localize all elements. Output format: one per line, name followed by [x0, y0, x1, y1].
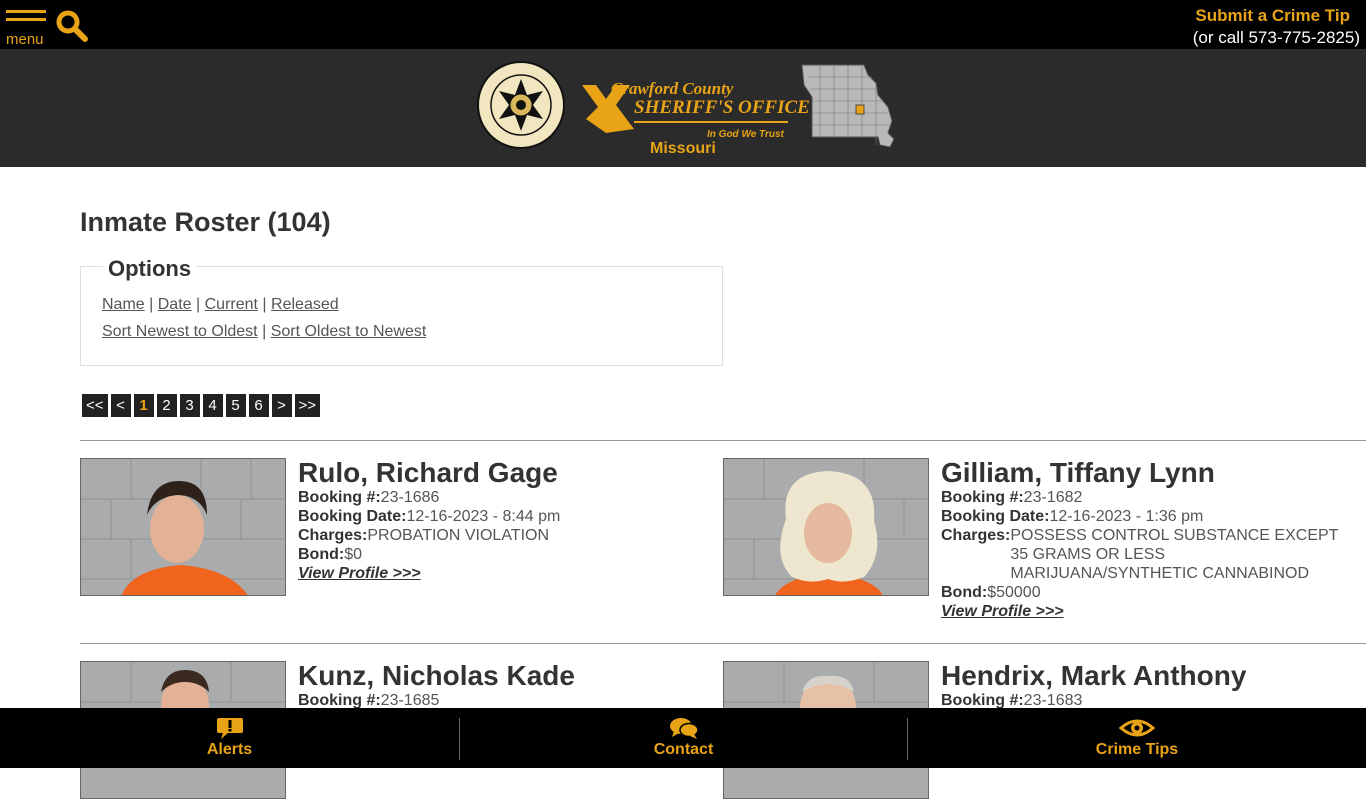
inmate-info: Rulo, Richard Gage Booking #: 23-1686 Boo…	[298, 458, 718, 583]
page-next-button[interactable]: >	[271, 394, 292, 417]
inmate-name[interactable]: Gilliam, Tiffany Lynn	[941, 458, 1361, 488]
alert-bubble-icon	[216, 718, 243, 739]
bond-label: Bond:	[298, 546, 345, 563]
site-banner: Crawford County SHERIFF'S OFFICE In God …	[0, 49, 1366, 167]
sort-oldest-link[interactable]: Sort Oldest to Newest	[271, 323, 427, 340]
inmate-info: Gilliam, Tiffany Lynn Booking #: 23-1682 …	[941, 458, 1361, 621]
crime-tip-link[interactable]: Submit a Crime Tip (or call 573-775-2825…	[1193, 6, 1360, 48]
page-6-button[interactable]: 6	[248, 394, 269, 417]
separator: |	[262, 323, 267, 340]
page-5-button[interactable]: 5	[225, 394, 246, 417]
sort-newest-link[interactable]: Sort Newest to Oldest	[102, 323, 258, 340]
view-profile-link[interactable]: View Profile >>>	[298, 564, 718, 583]
divider	[80, 643, 1366, 644]
booking-number: Booking #: 23-1686	[298, 488, 718, 507]
separator: |	[262, 296, 267, 313]
booking-date-label: Booking Date:	[298, 508, 407, 525]
menu-label: menu	[6, 31, 44, 48]
booking-date: Booking Date: 12-16-2023 - 8:44 pm	[298, 507, 718, 526]
inmate-name[interactable]: Hendrix, Mark Anthony	[941, 661, 1361, 691]
divider	[80, 440, 1366, 441]
bond: Bond: $50000	[941, 583, 1361, 602]
sort-by-name-link[interactable]: Name	[102, 296, 145, 313]
mugshot-image	[81, 459, 285, 595]
page-first-button[interactable]: <<	[82, 394, 108, 417]
bottom-nav: Alerts Contact Crime Tips	[0, 708, 1366, 768]
inmate-name[interactable]: Rulo, Richard Gage	[298, 458, 718, 488]
chat-bubbles-icon	[669, 718, 699, 739]
booking-date-label: Booking Date:	[941, 508, 1050, 525]
filter-current-link[interactable]: Current	[205, 296, 258, 313]
menu-icon	[6, 10, 46, 13]
page-2-button[interactable]: 2	[156, 394, 177, 417]
charges-label: Charges:	[941, 527, 1011, 544]
bond-label: Bond:	[941, 584, 988, 601]
page-4-button[interactable]: 4	[202, 394, 223, 417]
brand-county: Crawford County	[611, 79, 734, 98]
inmate-photo[interactable]	[723, 458, 929, 596]
filter-released-link[interactable]: Released	[271, 296, 339, 313]
menu-button[interactable]: menu	[6, 10, 48, 48]
eye-icon	[1119, 719, 1155, 737]
sheriff-office-wordmark[interactable]: Crawford County SHERIFF'S OFFICE In God …	[576, 75, 810, 159]
search-button[interactable]	[55, 9, 89, 43]
booking-date-value: 12-16-2023 - 1:36 pm	[1049, 508, 1204, 525]
brand-state: Missouri	[650, 140, 716, 157]
options-panel: Options Name | Date | Current | Released…	[80, 256, 723, 366]
view-profile-link[interactable]: View Profile >>>	[941, 602, 1361, 621]
inmate-info: Hendrix, Mark Anthony Booking #: 23-1683	[941, 661, 1361, 710]
booking-date: Booking Date: 12-16-2023 - 1:36 pm	[941, 507, 1361, 526]
crime-tips-button[interactable]: Crime Tips	[908, 708, 1366, 768]
inmate-info: Kunz, Nicholas Kade Booking #: 23-1685	[298, 661, 718, 710]
top-bar: menu Submit a Crime Tip (or call 573-775…	[0, 0, 1366, 49]
booking-number-value: 23-1686	[380, 489, 440, 506]
search-icon	[56, 10, 88, 42]
brand-motto: In God We Trust	[707, 129, 784, 140]
page-1-button[interactable]: 1	[133, 394, 154, 417]
alerts-label: Alerts	[206, 741, 253, 758]
charges: Charges: PROBATION VIOLATION	[298, 526, 718, 545]
alerts-button[interactable]: Alerts	[0, 708, 459, 768]
pagination: << < 1 2 3 4 5 6 > >>	[82, 394, 321, 417]
brand-rule	[634, 121, 788, 123]
page-last-button[interactable]: >>	[294, 394, 321, 417]
booking-number: Booking #: 23-1682	[941, 488, 1361, 507]
page-3-button[interactable]: 3	[179, 394, 200, 417]
missouri-map-icon	[801, 64, 895, 148]
inmate-photo[interactable]	[80, 458, 286, 596]
contact-label: Contact	[653, 741, 714, 758]
booking-number-label: Booking #:	[298, 489, 381, 506]
page-title: Inmate Roster (104)	[80, 207, 331, 237]
charges-value: POSSESS CONTROL SUBSTANCE EXCEPT 35 GRAM…	[1010, 527, 1339, 582]
sort-by-date-link[interactable]: Date	[158, 296, 192, 313]
sheriff-badge-logo[interactable]	[477, 61, 565, 149]
brand-office: SHERIFF'S OFFICE	[634, 97, 810, 118]
crime-tip-phone: (or call 573-775-2825)	[1192, 28, 1360, 47]
booking-number-value: 23-1682	[1023, 489, 1083, 506]
crime-tip-title: Submit a Crime Tip	[1195, 6, 1350, 25]
mugshot-image	[724, 459, 928, 595]
sort-links-row: Name | Date | Current | Released	[102, 296, 339, 314]
booking-date-value: 12-16-2023 - 8:44 pm	[406, 508, 561, 525]
bond-value: $50000	[987, 584, 1041, 601]
crime-tips-label: Crime Tips	[1095, 741, 1179, 758]
inmate-name[interactable]: Kunz, Nicholas Kade	[298, 661, 718, 691]
order-links-row: Sort Newest to Oldest | Sort Oldest to N…	[102, 323, 426, 341]
charges-value: PROBATION VIOLATION	[367, 527, 550, 544]
contact-button[interactable]: Contact	[460, 708, 907, 768]
page-prev-button[interactable]: <	[110, 394, 131, 417]
separator: |	[149, 296, 154, 313]
charges: Charges: POSSESS CONTROL SUBSTANCE EXCEPT…	[941, 526, 1361, 583]
menu-icon-bar	[6, 18, 46, 21]
bond: Bond: $0	[298, 545, 718, 564]
separator: |	[196, 296, 201, 313]
charges-label: Charges:	[298, 527, 368, 544]
bond-value: $0	[344, 546, 362, 563]
options-legend: Options	[103, 256, 197, 282]
booking-number-label: Booking #:	[941, 489, 1024, 506]
